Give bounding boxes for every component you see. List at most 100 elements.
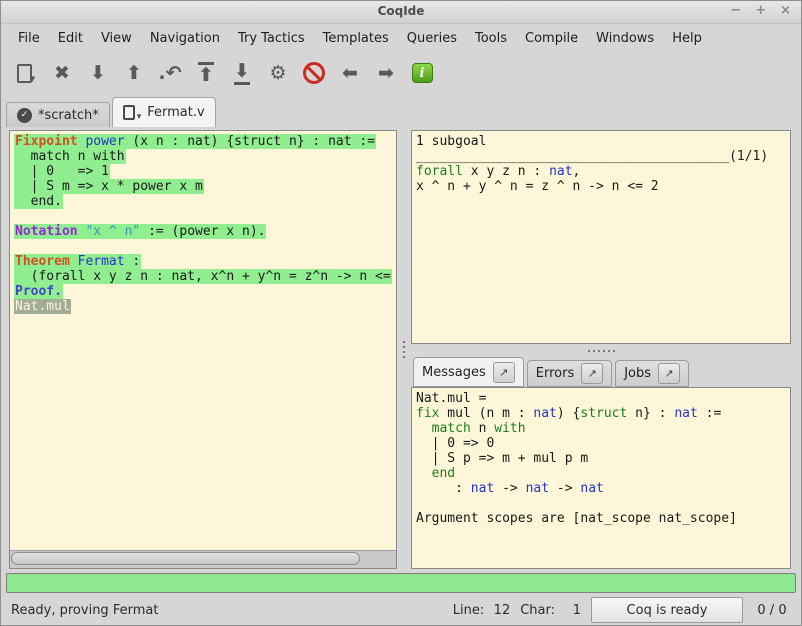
script-editor[interactable]: Fixpoint power (x n : nat) {struct n} : …: [10, 131, 396, 550]
editor-tab-bar: ✓ *scratch* ▾ Fermat.v: [1, 94, 801, 127]
code-line: | 0 => 1: [14, 164, 394, 179]
goal-content: 1 subgoal_______________________________…: [416, 134, 786, 194]
window-title: CoqIde: [1, 4, 801, 18]
code-line: Nat.mul =: [416, 391, 786, 406]
splitter-dot: [403, 341, 405, 343]
code-line: Proof.: [14, 284, 394, 299]
char-value: 1: [559, 603, 581, 618]
code-line: [14, 239, 394, 254]
code-line: | S p => m + mul p m: [416, 451, 786, 466]
detach-messages-icon[interactable]: ↗: [493, 362, 515, 383]
splitter-dot: [403, 346, 405, 348]
menu-file[interactable]: File: [9, 27, 49, 50]
code-line: Theorem Fermat :: [14, 254, 394, 269]
menu-templates[interactable]: Templates: [314, 27, 398, 50]
go-to-end-icon: ⬇: [234, 62, 250, 85]
code-line: forall x y z n : nat,: [416, 164, 786, 179]
toolbar: ▾✖⬇⬆.↶⬆⬇⚙⬅➡i: [1, 52, 801, 94]
step-backward-button[interactable]: ⬆: [119, 57, 149, 89]
status-bar: Ready, proving Fermat Line: 12 Char: 1 C…: [1, 595, 801, 625]
code-line: Fixpoint power (x n : nat) {struct n} : …: [14, 134, 394, 149]
previous-button[interactable]: ⬅: [335, 57, 365, 89]
detach-errors-icon[interactable]: ↗: [581, 363, 603, 384]
check-circle-icon: ✓: [17, 108, 32, 123]
splitter-dot: [608, 350, 610, 352]
go-to-start-button[interactable]: ⬆: [191, 57, 221, 89]
menu-bar: FileEditViewNavigationTry TacticsTemplat…: [1, 24, 801, 52]
vertical-splitter[interactable]: [397, 130, 411, 569]
code-line: match n with: [416, 421, 786, 436]
title-bar: CoqIde − + ×: [1, 1, 801, 24]
job-counter: 0 / 0: [753, 603, 791, 618]
close-buffer-button[interactable]: ✖: [47, 57, 77, 89]
page-icon: [123, 105, 135, 120]
code-line: (forall x y z n : nat, x^n + y^n = z^n -…: [14, 269, 394, 284]
code-line: Argument scopes are [nat_scope nat_scope…: [416, 511, 786, 526]
tab-jobs-label: Jobs: [624, 366, 651, 381]
about-button[interactable]: i: [407, 57, 437, 89]
code-line: Notation "x ^ n" := (power x n).: [14, 224, 394, 239]
interrupt-button[interactable]: [299, 57, 329, 89]
code-line: ________________________________________…: [416, 149, 786, 164]
tab-jobs[interactable]: Jobs ↗: [615, 360, 689, 387]
menu-help[interactable]: Help: [663, 27, 711, 50]
step-forward-button[interactable]: ⬇: [83, 57, 113, 89]
info-bubble-icon: i: [412, 63, 433, 83]
make-button[interactable]: ⚙: [263, 57, 293, 89]
code-line: | S m => x * power x m: [14, 179, 394, 194]
code-line: [416, 496, 786, 511]
code-line: [14, 209, 394, 224]
splitter-dot: [613, 350, 615, 352]
menu-windows[interactable]: Windows: [587, 27, 663, 50]
splitter-dot: [593, 350, 595, 352]
tab-errors-label: Errors: [536, 366, 574, 381]
go-to-cursor-button[interactable]: .↶: [155, 57, 185, 89]
menu-view[interactable]: View: [92, 27, 141, 50]
splitter-dot: [403, 356, 405, 358]
menu-tools[interactable]: Tools: [466, 27, 516, 50]
tab-fermat[interactable]: ▾ Fermat.v: [112, 97, 216, 127]
tab-scratch[interactable]: ✓ *scratch*: [6, 102, 110, 127]
next-button[interactable]: ➡: [371, 57, 401, 89]
menu-try-tactics[interactable]: Try Tactics: [229, 27, 314, 50]
go-to-end-button[interactable]: ⬇: [227, 57, 257, 89]
splitter-dot: [588, 350, 590, 352]
menu-compile[interactable]: Compile: [516, 27, 587, 50]
close-icon[interactable]: ×: [780, 3, 791, 19]
tab-fermat-label: Fermat.v: [147, 105, 204, 120]
goal-pane: 1 subgoal_______________________________…: [411, 130, 791, 344]
horizontal-splitter[interactable]: [411, 344, 791, 357]
line-value: 12: [488, 603, 510, 618]
down-arrow-icon: ▾: [30, 72, 36, 85]
right-column: 1 subgoal_______________________________…: [411, 130, 791, 569]
code-line: Nat.mul: [14, 299, 394, 314]
status-right: Line: 12 Char: 1 Coq is ready 0 / 0: [443, 597, 791, 623]
tab-messages[interactable]: Messages ↗: [413, 357, 524, 387]
menu-navigation[interactable]: Navigation: [141, 27, 229, 50]
menu-queries[interactable]: Queries: [398, 27, 466, 50]
page-arrow-icon: ▾: [137, 112, 142, 122]
horizontal-scrollbar[interactable]: [10, 550, 396, 568]
tab-scratch-label: *scratch*: [38, 108, 99, 123]
code-line: x ^ n + y ^ n = z ^ n -> n <= 2: [416, 179, 786, 194]
code-line: : nat -> nat -> nat: [416, 481, 786, 496]
detach-jobs-icon[interactable]: ↗: [658, 363, 680, 384]
tab-errors[interactable]: Errors ↗: [527, 360, 612, 387]
tab-messages-label: Messages: [422, 365, 486, 380]
splitter-dot: [598, 350, 600, 352]
menu-edit[interactable]: Edit: [49, 27, 92, 50]
minimize-icon[interactable]: −: [730, 3, 741, 19]
editor-pane: Fixpoint power (x n : nat) {struct n} : …: [9, 130, 397, 569]
code-line: match n with: [14, 149, 394, 164]
progress-bar: [6, 573, 796, 593]
coqide-window: CoqIde − + × FileEditViewNavigationTry T…: [0, 0, 802, 626]
scrollbar-thumb[interactable]: [11, 552, 360, 565]
message-tab-bar: Messages ↗ Errors ↗ Jobs ↗: [411, 357, 791, 387]
coq-status-indicator: Coq is ready: [591, 597, 743, 623]
code-line: end: [416, 466, 786, 481]
save-buffer-button[interactable]: ▾: [11, 57, 41, 89]
go-to-start-icon: ⬆: [198, 62, 214, 85]
maximize-icon[interactable]: +: [755, 3, 766, 19]
messages-content: Nat.mul =fix mul (n m : nat) {struct n} …: [416, 391, 786, 526]
splitter-dot: [603, 350, 605, 352]
